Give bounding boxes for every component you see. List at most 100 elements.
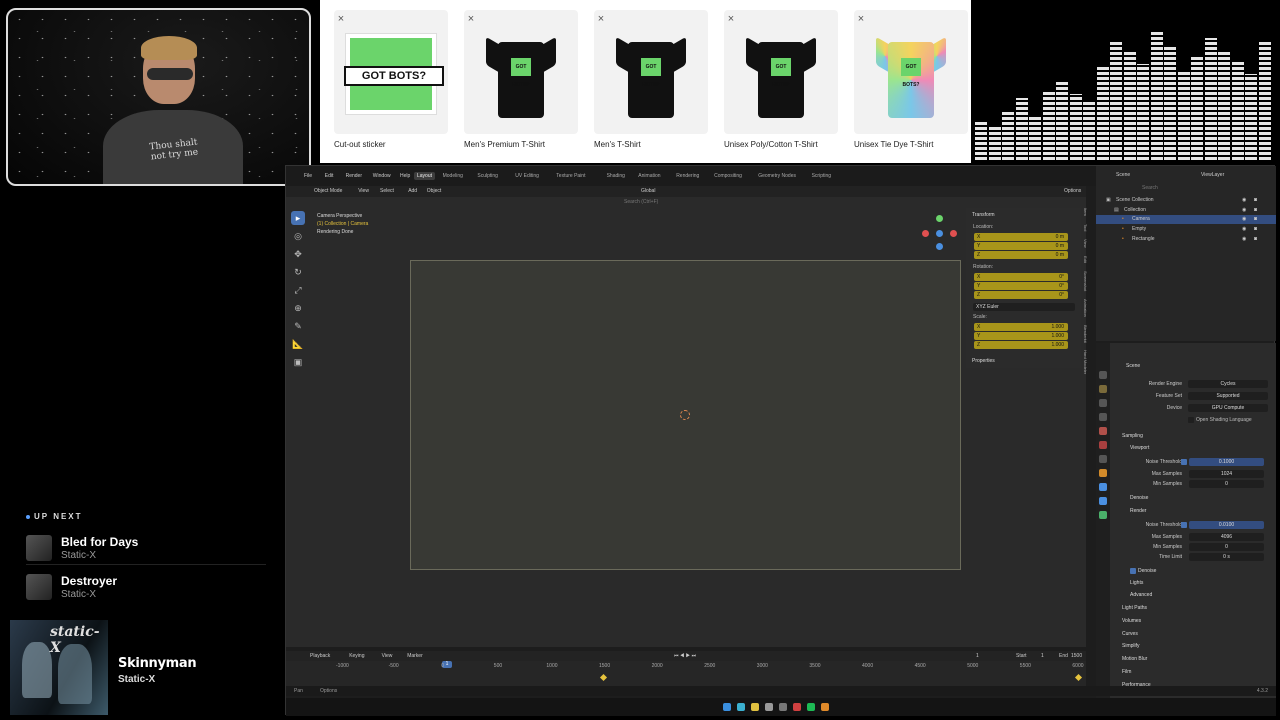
tab-animation[interactable]: Animation <box>638 173 660 179</box>
app-icon[interactable] <box>793 703 801 711</box>
y-axis-icon[interactable] <box>936 215 943 222</box>
annotate-tool-icon[interactable]: ✎ <box>291 319 305 333</box>
tab-texture-paint[interactable]: Texture Paint <box>556 173 585 179</box>
location-y-field[interactable]: Y 0 m <box>974 242 1068 250</box>
outliner-row[interactable]: • Rectangle ◉ ◙ <box>1096 235 1276 244</box>
tab-rendering[interactable]: Rendering <box>676 173 699 179</box>
app-icon[interactable] <box>779 703 787 711</box>
blender-icon[interactable] <box>821 703 829 711</box>
merch-card[interactable]: GOT BOTS? × Unisex Tie Dye T-Shirt <box>848 6 974 156</box>
timeline-menu-marker[interactable]: Marker <box>407 653 423 659</box>
view-layer-selector[interactable]: ViewLayer <box>1201 172 1224 178</box>
render-denoise-header[interactable]: Denoise <box>1138 568 1156 574</box>
cursor-tool-icon[interactable]: ◎ <box>291 229 305 243</box>
scene-tab-icon[interactable] <box>1099 427 1107 435</box>
timeline[interactable]: 1 -1000 -500 0 500 1000 1500 2000 2500 3000 3500 4… <box>286 661 1086 686</box>
section-header[interactable]: Light Paths <box>1122 605 1147 611</box>
sidebar-tab[interactable]: Blenderkit <box>1083 325 1088 343</box>
render-subheader[interactable]: Render <box>1130 508 1146 514</box>
close-icon[interactable]: × <box>854 12 868 26</box>
render-max-samples-field[interactable]: 4096 <box>1189 533 1264 541</box>
menu-render[interactable]: Render <box>346 173 362 179</box>
rotation-z-field[interactable]: Z 0° <box>974 291 1068 299</box>
menu-help[interactable]: Help <box>400 173 410 179</box>
measure-tool-icon[interactable]: 📐 <box>291 337 305 351</box>
rotation-mode-dropdown[interactable]: XYZ Euler <box>973 303 1075 311</box>
visibility-eye-icon[interactable]: ◉ <box>1242 225 1246 234</box>
render-camera-icon[interactable]: ◙ <box>1254 206 1257 215</box>
product-label[interactable]: Cut-out sticker <box>334 140 386 149</box>
current-frame-field[interactable]: 1 <box>976 653 979 659</box>
keyframe-icon[interactable] <box>599 673 608 682</box>
menu-file[interactable]: File <box>304 173 312 179</box>
viewport-menu-object-mode[interactable]: Object Mode <box>314 188 342 194</box>
viewport-subheader[interactable]: Viewport <box>1130 445 1149 451</box>
view-layer-tab-icon[interactable] <box>1099 413 1107 421</box>
close-icon[interactable]: × <box>594 12 608 26</box>
scale-y-field[interactable]: Y 1.000 <box>974 332 1068 340</box>
visibility-eye-icon[interactable]: ◉ <box>1242 215 1246 224</box>
section-header[interactable]: Film <box>1122 669 1131 675</box>
navigation-gizmo[interactable] <box>920 213 960 253</box>
viewport-max-samples-field[interactable]: 1024 <box>1189 470 1264 478</box>
output-tab-icon[interactable] <box>1099 399 1107 407</box>
keyframe-icon[interactable] <box>1074 673 1083 682</box>
z-axis-icon[interactable] <box>936 243 943 250</box>
sidebar-tab[interactable]: Edit <box>1083 256 1088 263</box>
render-noise-threshold-field[interactable]: 0.0100 <box>1189 521 1264 529</box>
properties-header[interactable]: Properties <box>972 358 995 364</box>
close-icon[interactable]: × <box>724 12 738 26</box>
product-thumbnail[interactable]: GOT BOTS? <box>854 10 968 134</box>
viewport-menu-select[interactable]: Select <box>380 188 394 194</box>
sidebar-tab[interactable]: Tool <box>1083 224 1088 231</box>
merch-card[interactable]: GOT BOTS? × Cut-out sticker <box>328 6 454 156</box>
scene-selector[interactable]: Scene <box>1116 172 1130 178</box>
noise-threshold-checkbox[interactable] <box>1181 459 1187 465</box>
select-tool-icon[interactable]: ▸ <box>291 211 305 225</box>
viewport-menu-object[interactable]: Object <box>427 188 441 194</box>
product-thumbnail[interactable]: GOT BOTS? <box>464 10 578 134</box>
tab-sculpting[interactable]: Sculpting <box>477 173 498 179</box>
physics-tab-icon[interactable] <box>1099 497 1107 505</box>
sidebar-tab[interactable]: Item <box>1083 208 1088 216</box>
tab-layout[interactable]: Layout <box>414 172 436 180</box>
start-icon[interactable] <box>723 703 731 711</box>
terminal-icon[interactable] <box>765 703 773 711</box>
location-z-field[interactable]: Z 0 m <box>974 251 1068 259</box>
scale-z-field[interactable]: Z 1.000 <box>974 341 1068 349</box>
tab-modeling[interactable]: Modeling <box>443 173 463 179</box>
render-min-samples-field[interactable]: 0 <box>1189 543 1264 551</box>
sidebar-tab[interactable]: Animation <box>1083 299 1088 317</box>
x-axis-icon[interactable] <box>922 230 929 237</box>
render-camera-icon[interactable]: ◙ <box>1254 215 1257 224</box>
merch-card[interactable]: GOT BOTS? × Men's T-Shirt <box>588 6 714 156</box>
product-label[interactable]: Men's Premium T-Shirt <box>464 140 545 149</box>
neg-x-axis-icon[interactable] <box>950 230 957 237</box>
tab-scripting[interactable]: Scripting <box>812 173 831 179</box>
scale-tool-icon[interactable]: ⤢ <box>291 283 305 297</box>
viewport-search-input[interactable]: Search (Ctrl+F) <box>624 199 658 205</box>
render-camera-icon[interactable]: ◙ <box>1254 235 1257 244</box>
world-tab-icon[interactable] <box>1099 441 1107 449</box>
product-label[interactable]: Unisex Tie Dye T-Shirt <box>854 140 933 149</box>
visibility-eye-icon[interactable]: ◉ <box>1242 235 1246 244</box>
timeline-menu-view[interactable]: View <box>382 653 393 659</box>
product-thumbnail[interactable]: GOT BOTS? <box>724 10 838 134</box>
viewport-menu-add[interactable]: Add <box>408 188 417 194</box>
tool-tab-icon[interactable] <box>1099 371 1107 379</box>
collection-tab-icon[interactable] <box>1099 455 1107 463</box>
rotation-x-field[interactable]: X 0° <box>974 273 1068 281</box>
transform-header[interactable]: Transform <box>972 212 995 218</box>
end-frame-field[interactable]: 1500 <box>1071 653 1082 659</box>
product-thumbnail[interactable]: GOT BOTS? <box>594 10 708 134</box>
sidebar-tab[interactable]: View <box>1083 239 1088 248</box>
move-tool-icon[interactable]: ✥ <box>291 247 305 261</box>
render-noise-checkbox[interactable] <box>1181 522 1187 528</box>
data-tab-icon[interactable] <box>1099 511 1107 519</box>
sidebar-tab[interactable]: Screenshot <box>1083 271 1088 291</box>
menu-edit[interactable]: Edit <box>325 173 334 179</box>
add-cube-tool-icon[interactable]: ▣ <box>291 355 305 369</box>
rotate-tool-icon[interactable]: ↻ <box>291 265 305 279</box>
viewport-denoise-header[interactable]: Denoise <box>1130 495 1148 501</box>
render-camera-icon[interactable]: ◙ <box>1254 225 1257 234</box>
